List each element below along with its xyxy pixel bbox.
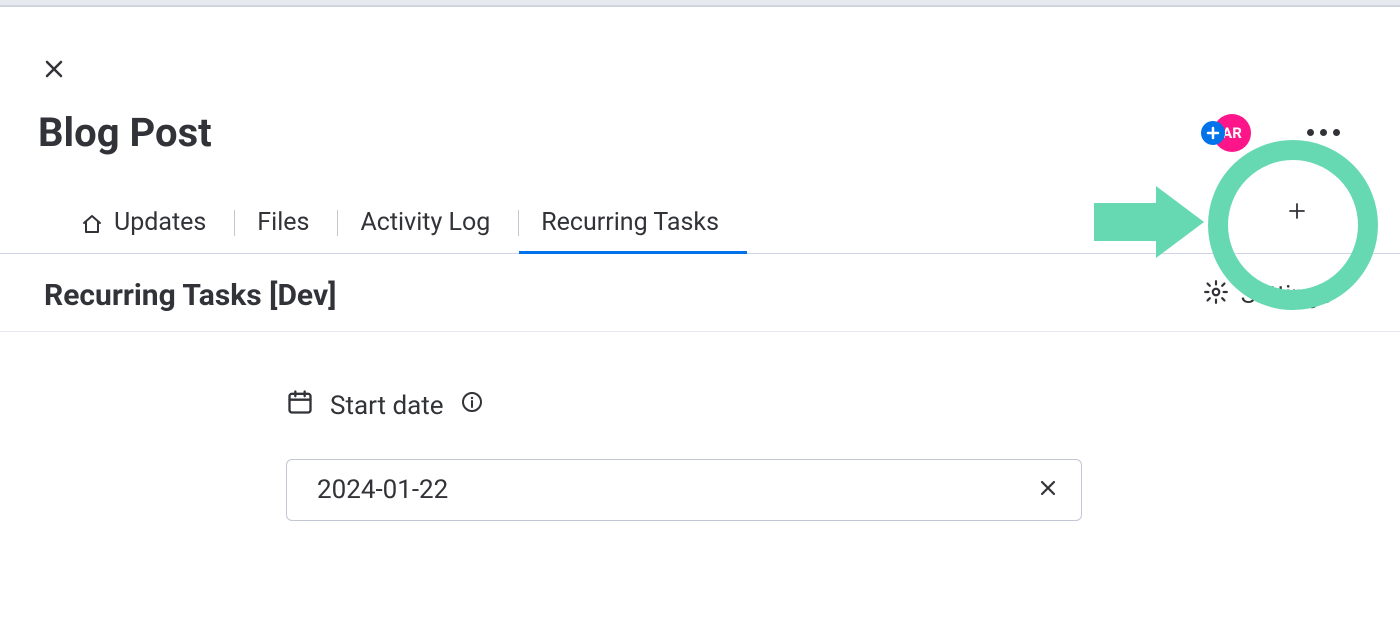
tab-recurring-tasks[interactable]: Recurring Tasks bbox=[519, 208, 747, 253]
start-date-label-row: Start date bbox=[286, 388, 1400, 423]
add-member-icon[interactable] bbox=[1201, 121, 1225, 145]
top-divider bbox=[0, 0, 1400, 7]
form-area: Start date 2024-01-22 bbox=[0, 332, 1400, 521]
more-options-button[interactable] bbox=[1307, 129, 1340, 136]
page-title: Blog Post bbox=[38, 109, 212, 156]
start-date-value: 2024-01-22 bbox=[317, 475, 448, 505]
dot-icon bbox=[1320, 129, 1327, 136]
gear-icon bbox=[1203, 279, 1229, 312]
info-icon[interactable] bbox=[460, 390, 484, 421]
header-row: Blog Post AR bbox=[0, 109, 1400, 156]
dot-icon bbox=[1307, 129, 1314, 136]
tab-activity-log[interactable]: Activity Log bbox=[338, 208, 518, 253]
avatar-group[interactable]: AR bbox=[1201, 114, 1251, 152]
tab-label: Updates bbox=[114, 208, 206, 237]
start-date-input[interactable]: 2024-01-22 bbox=[286, 459, 1082, 521]
tab-files[interactable]: Files bbox=[235, 208, 337, 253]
calendar-icon bbox=[286, 388, 314, 423]
section-header: Recurring Tasks [Dev] Settings bbox=[0, 254, 1400, 332]
tab-updates[interactable]: Updates bbox=[58, 208, 234, 253]
plus-icon bbox=[1206, 126, 1220, 140]
annotation-arrow bbox=[1094, 186, 1204, 256]
clear-date-button[interactable] bbox=[1039, 479, 1057, 501]
tab-label: Activity Log bbox=[360, 208, 490, 237]
avatar-initials: AR bbox=[1222, 124, 1242, 142]
close-icon bbox=[42, 57, 66, 81]
home-icon bbox=[80, 212, 102, 234]
section-title: Recurring Tasks [Dev] bbox=[44, 278, 336, 313]
annotation-circle bbox=[1208, 140, 1378, 310]
tab-label: Files bbox=[257, 208, 309, 237]
x-icon bbox=[1039, 479, 1057, 497]
tab-label: Recurring Tasks bbox=[541, 208, 719, 237]
dot-icon bbox=[1333, 129, 1340, 136]
start-date-label: Start date bbox=[330, 391, 444, 421]
item-panel: Blog Post AR Updates bbox=[0, 7, 1400, 521]
close-button[interactable] bbox=[40, 55, 68, 83]
